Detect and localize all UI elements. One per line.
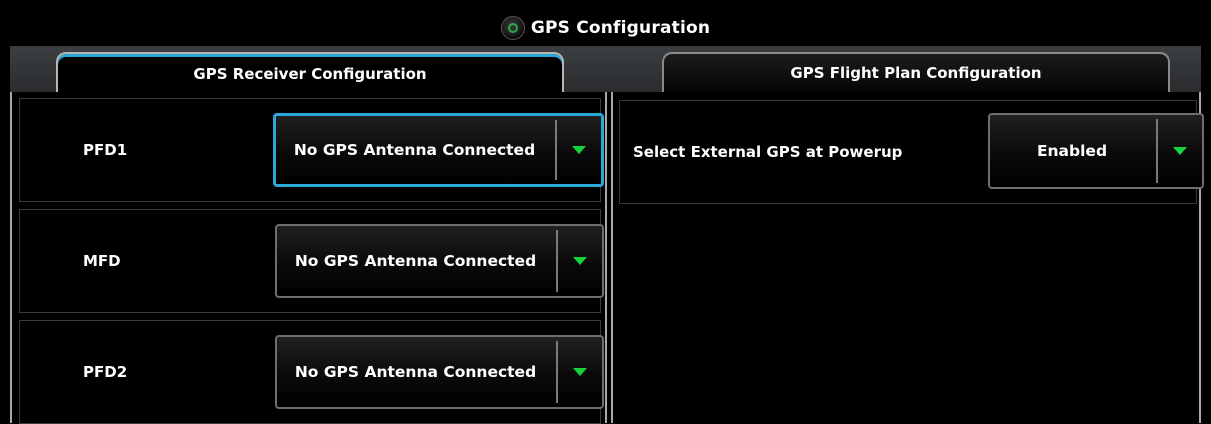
tab-gps-flight-plan-configuration[interactable]: GPS Flight Plan Configuration	[662, 52, 1170, 92]
dropdown-value: No GPS Antenna Connected	[294, 252, 537, 270]
row-label: MFD	[83, 252, 121, 270]
globe-icon	[500, 16, 525, 40]
external-gps-row: Select External GPS at Powerup Enabled	[619, 100, 1204, 204]
external-gps-dropdown[interactable]: Enabled	[988, 113, 1204, 189]
row-label: Select External GPS at Powerup	[633, 143, 903, 161]
title-bar: GPS Configuration	[10, 10, 1201, 46]
dropdown-arrow[interactable]	[1158, 147, 1202, 155]
dropdown-value: Enabled	[1036, 142, 1108, 160]
mfd-dropdown[interactable]: No GPS Antenna Connected	[275, 224, 604, 298]
chevron-down-icon	[572, 146, 586, 154]
tab-strip: GPS Receiver Configuration GPS Flight Pl…	[10, 46, 1201, 94]
chevron-down-icon	[1173, 147, 1187, 155]
receiver-row-pfd1: PFD1 No GPS Antenna Connected	[19, 98, 604, 202]
flight-plan-config-panel: Select External GPS at Powerup Enabled	[611, 92, 1204, 423]
row-label: PFD2	[83, 363, 128, 381]
dropdown-arrow[interactable]	[558, 257, 602, 265]
row-label: PFD1	[83, 141, 128, 159]
dropdown-arrow[interactable]	[557, 146, 601, 154]
receiver-row-pfd2: PFD2 No GPS Antenna Connected	[19, 320, 604, 424]
tab-gps-receiver-configuration[interactable]: GPS Receiver Configuration	[56, 52, 564, 94]
receiver-row-mfd: MFD No GPS Antenna Connected	[19, 209, 604, 313]
pfd1-dropdown[interactable]: No GPS Antenna Connected	[273, 113, 604, 187]
page-title: GPS Configuration	[530, 18, 711, 38]
dropdown-arrow[interactable]	[558, 368, 602, 376]
pfd2-dropdown[interactable]: No GPS Antenna Connected	[275, 335, 604, 409]
receiver-config-panel: PFD1 No GPS Antenna Connected MFD No GPS…	[10, 92, 607, 424]
chevron-down-icon	[573, 368, 587, 376]
dropdown-value: No GPS Antenna Connected	[293, 141, 536, 159]
dropdown-value: No GPS Antenna Connected	[294, 363, 537, 381]
chevron-down-icon	[573, 257, 587, 265]
